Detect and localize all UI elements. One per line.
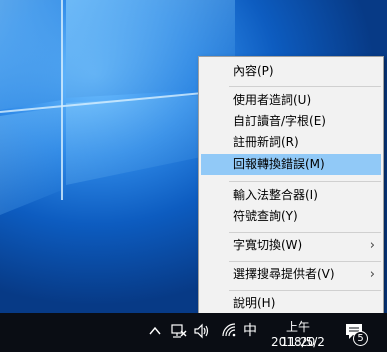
menu-item-width-toggle[interactable]: 字寬切換(W) ›	[201, 235, 381, 256]
menu-item-properties[interactable]: 內容(P)	[201, 61, 381, 82]
menu-item-label: 符號查詢(Y)	[233, 209, 298, 223]
menu-item-label: 輸入法整合器(I)	[233, 188, 318, 202]
ime-mode-indicator[interactable]: 中	[243, 324, 257, 338]
menu-item-ime-pad[interactable]: 輸入法整合器(I)	[201, 185, 381, 206]
menu-separator	[229, 86, 381, 87]
menu-separator	[229, 232, 381, 233]
menu-item-label: 使用者造詞(U)	[233, 93, 312, 107]
menu-item-user-phrases[interactable]: 使用者造詞(U)	[201, 90, 381, 111]
menu-item-report-error[interactable]: 回報轉換錯誤(M)	[201, 154, 381, 175]
menu-item-label: 字寬切換(W)	[233, 238, 303, 252]
menu-item-label: 註冊新詞(R)	[233, 135, 299, 149]
menu-item-symbol-lookup[interactable]: 符號查詢(Y)	[201, 206, 381, 227]
menu-item-label: 內容(P)	[233, 64, 274, 78]
menu-item-label: 自訂讀音/字根(E)	[233, 114, 326, 128]
menu-item-register-word[interactable]: 註冊新詞(R)	[201, 132, 381, 153]
ime-context-menu: 內容(P) 使用者造詞(U) 自訂讀音/字根(E) 註冊新詞(R) 回報轉換錯誤…	[198, 56, 384, 314]
wifi-icon[interactable]	[220, 323, 238, 339]
clock-date[interactable]: 2018/5/2	[268, 335, 328, 349]
chevron-right-icon: ›	[369, 238, 375, 253]
menu-item-search-provider[interactable]: 選擇搜尋提供者(V) ›	[201, 264, 381, 285]
menu-separator	[229, 290, 381, 291]
chevron-up-icon[interactable]	[148, 324, 162, 338]
notification-count-badge: 5	[353, 331, 368, 346]
menu-item-label: 說明(H)	[233, 296, 276, 310]
menu-separator	[229, 261, 381, 262]
volume-icon[interactable]	[193, 323, 211, 339]
menu-separator	[229, 181, 381, 182]
menu-item-custom-reading[interactable]: 自訂讀音/字根(E)	[201, 111, 381, 132]
menu-item-help[interactable]: 說明(H)	[201, 293, 381, 314]
menu-item-label: 選擇搜尋提供者(V)	[233, 267, 335, 281]
network-disconnected-icon[interactable]	[170, 323, 188, 339]
menu-item-label: 回報轉換錯誤(M)	[233, 157, 325, 171]
chevron-right-icon: ›	[369, 267, 375, 282]
